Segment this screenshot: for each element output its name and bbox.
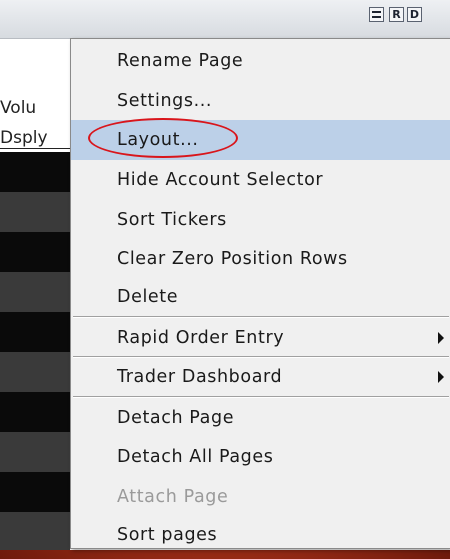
menu-item-layout[interactable]: Layout... <box>71 120 450 160</box>
menu-item-sort-pages[interactable]: Sort pages <box>71 515 450 555</box>
column-header-display[interactable]: Dsply <box>0 128 70 149</box>
page-context-menu: Rename Page Settings... Layout... Hide A… <box>70 38 450 549</box>
r-button[interactable]: R <box>389 7 404 22</box>
grid-row[interactable] <box>0 392 70 432</box>
grid-row[interactable] <box>0 472 70 512</box>
menu-item-hide-account-selector[interactable]: Hide Account Selector <box>71 160 450 200</box>
menu-item-clear-zero-position-rows[interactable]: Clear Zero Position Rows <box>71 239 450 279</box>
window-equal-icon[interactable] <box>369 7 384 22</box>
grid-row[interactable] <box>0 352 70 392</box>
menu-item-sort-tickers[interactable]: Sort Tickers <box>71 200 450 240</box>
grid-row[interactable] <box>0 152 70 192</box>
menu-item-delete[interactable]: Delete <box>71 277 450 317</box>
page-toolbar: R D <box>0 0 450 39</box>
column-header-volume[interactable]: Volu <box>0 98 36 118</box>
submenu-arrow-icon <box>438 332 444 344</box>
menu-item-detach-page[interactable]: Detach Page <box>71 398 450 438</box>
grid-row[interactable] <box>0 192 70 232</box>
menu-item-label: Rapid Order Entry <box>117 328 285 348</box>
grid-row[interactable] <box>0 232 70 272</box>
grid-row[interactable] <box>0 512 70 550</box>
menu-item-rapid-order-entry[interactable]: Rapid Order Entry <box>71 318 450 358</box>
menu-item-trader-dashboard[interactable]: Trader Dashboard <box>71 357 450 397</box>
grid-row[interactable] <box>0 312 70 352</box>
ticker-grid <box>0 152 70 550</box>
grid-row[interactable] <box>0 432 70 472</box>
grid-row[interactable] <box>0 272 70 312</box>
menu-item-label: Trader Dashboard <box>117 367 283 387</box>
menu-item-detach-all-pages[interactable]: Detach All Pages <box>71 437 450 477</box>
menu-item-attach-page: Attach Page <box>117 487 229 507</box>
d-button[interactable]: D <box>407 7 422 22</box>
menu-item-settings[interactable]: Settings... <box>71 81 450 121</box>
menu-item-rename-page[interactable]: Rename Page <box>71 41 450 81</box>
submenu-arrow-icon <box>438 371 444 383</box>
